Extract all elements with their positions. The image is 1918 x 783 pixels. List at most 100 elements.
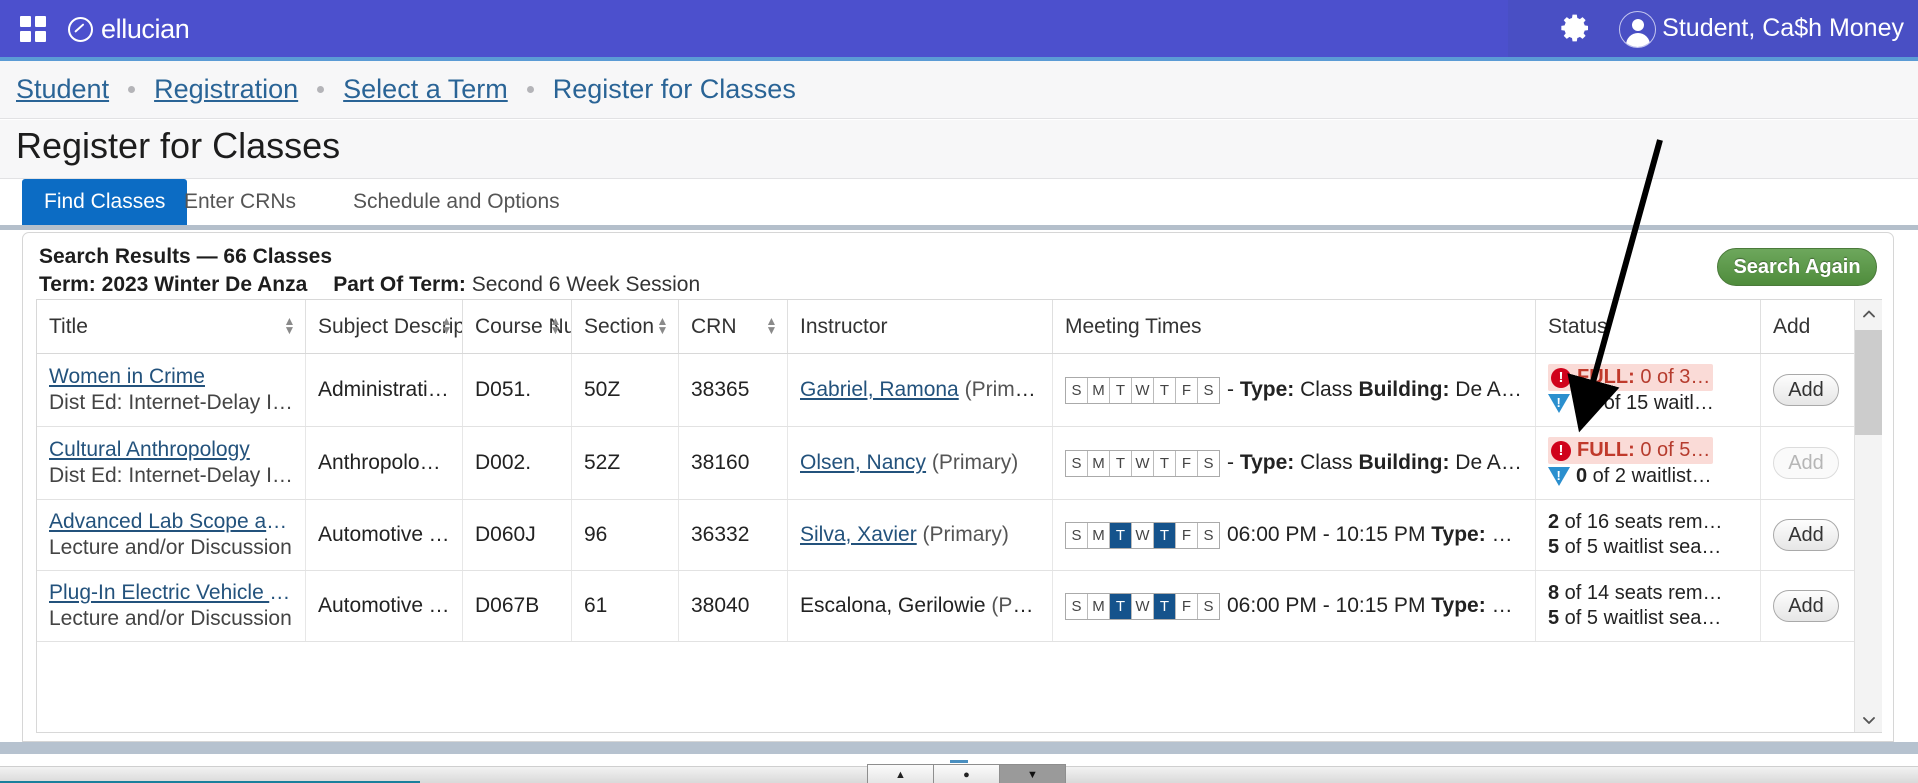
column-header-course-number[interactable]: Course Nu ▲ ▼ xyxy=(462,300,572,354)
add-course-button[interactable]: Add xyxy=(1773,374,1839,406)
tab-schedule-and-options[interactable]: Schedule and Options xyxy=(331,179,582,225)
cell-section: 96 xyxy=(571,499,679,571)
sort-icon[interactable]: ▲ ▼ xyxy=(283,315,296,337)
column-header-status[interactable]: Status xyxy=(1535,300,1761,354)
avatar-head-icon xyxy=(1631,19,1644,31)
column-header-meeting-times[interactable]: Meeting Times xyxy=(1052,300,1536,354)
meeting-days-selector[interactable]: SMTWTFS xyxy=(1065,449,1220,477)
meeting-day-1[interactable]: M xyxy=(1088,450,1110,476)
course-title-link[interactable]: Plug-In Electric Vehicle Techn… xyxy=(49,581,293,605)
add-course-button[interactable]: Add xyxy=(1773,590,1839,622)
chevron-up-icon[interactable] xyxy=(1855,300,1882,328)
cell-subject-description: Automotive T… xyxy=(305,499,463,571)
user-name-label[interactable]: Student, Ca$h Money xyxy=(1662,11,1904,46)
meeting-time-text: 06:00 PM - 10:15 PM Type: Class xyxy=(1227,593,1523,617)
gear-icon[interactable] xyxy=(1560,12,1592,44)
cell-course-number: D067B xyxy=(462,570,572,642)
breadcrumb-item-registration[interactable]: Registration xyxy=(154,74,298,105)
meeting-days-selector[interactable]: SMTWTFS xyxy=(1065,376,1220,404)
window-stepper-control[interactable]: ▲ ● ▼ xyxy=(867,764,1066,783)
meeting-day-4[interactable]: T xyxy=(1154,593,1176,619)
course-title-link[interactable]: Cultural Anthropology xyxy=(49,438,293,462)
course-title-link[interactable]: Advanced Lab Scope and Wa… xyxy=(49,510,293,534)
browser-page: ellucian Student, Ca$h Money Student Reg… xyxy=(0,0,1918,783)
avatar[interactable] xyxy=(1619,11,1656,48)
meeting-day-3[interactable]: W xyxy=(1132,593,1154,619)
meeting-day-6[interactable]: S xyxy=(1198,451,1219,476)
meeting-day-5[interactable]: F xyxy=(1176,593,1198,619)
cell-title: Cultural Anthropology Dist Ed: Internet-D… xyxy=(37,426,306,500)
meeting-day-4[interactable]: T xyxy=(1154,450,1176,476)
dot-icon[interactable]: ● xyxy=(933,764,1000,783)
meeting-day-5[interactable]: F xyxy=(1176,377,1198,403)
sort-icon[interactable]: ▲ ▼ xyxy=(656,315,669,337)
sort-icon[interactable]: ▲ ▼ xyxy=(549,315,562,337)
tab-enter-crns[interactable]: Enter CRNs xyxy=(162,179,318,225)
instructor-role: (Pri… xyxy=(985,594,1040,617)
column-header-title[interactable]: Title ▲ ▼ xyxy=(37,300,306,354)
meeting-day-2[interactable]: T xyxy=(1110,450,1132,476)
status-seats-text: 8 of 14 seats rem… xyxy=(1548,582,1723,604)
column-header-instructor[interactable]: Instructor xyxy=(787,300,1053,354)
instructor-role: (Primary) xyxy=(926,451,1019,474)
meeting-days-selector[interactable]: SMTWTFS xyxy=(1065,521,1220,549)
column-header-meeting-times-label: Meeting Times xyxy=(1065,314,1202,338)
tab-strip-underline xyxy=(0,225,1918,230)
meeting-days-selector[interactable]: SMTWTFS xyxy=(1065,592,1220,620)
triangle-up-icon[interactable]: ▲ xyxy=(867,764,934,783)
column-header-section[interactable]: Section ▲ ▼ xyxy=(571,300,679,354)
meeting-day-4[interactable]: T xyxy=(1154,377,1176,403)
meeting-day-1[interactable]: M xyxy=(1088,522,1110,548)
breadcrumb-item-register-for-classes: Register for Classes xyxy=(552,74,796,104)
meeting-day-3[interactable]: W xyxy=(1132,377,1154,403)
meeting-day-0[interactable]: S xyxy=(1066,450,1088,476)
column-header-crn-label: CRN xyxy=(691,314,737,338)
status-badge-full: ! FULL: 0 of 3… xyxy=(1548,364,1714,391)
meeting-day-2[interactable]: T xyxy=(1110,377,1132,403)
meeting-day-1[interactable]: M xyxy=(1088,377,1110,403)
meeting-day-4[interactable]: T xyxy=(1154,522,1176,548)
brand-name-label: ellucian xyxy=(101,13,190,44)
meeting-day-5[interactable]: F xyxy=(1176,450,1198,476)
instructor-link[interactable]: Silva, Xavier xyxy=(800,523,917,546)
meeting-day-1[interactable]: M xyxy=(1088,593,1110,619)
meeting-day-6[interactable]: S xyxy=(1198,523,1219,548)
table-vertical-scrollbar[interactable] xyxy=(1854,300,1882,732)
meeting-day-3[interactable]: W xyxy=(1132,522,1154,548)
cell-course-number-text: D051. xyxy=(475,378,532,401)
breadcrumb-separator xyxy=(317,86,325,93)
meeting-day-0[interactable]: S xyxy=(1066,377,1088,403)
cell-status: 8 of 14 seats rem… 5 of 5 waitlist sea… xyxy=(1535,570,1761,642)
column-header-subject-description[interactable]: Subject Descriptio ▲▼ xyxy=(305,300,463,354)
scrollbar-thumb[interactable] xyxy=(1855,330,1882,435)
add-course-button[interactable]: Add xyxy=(1773,519,1839,551)
sort-icon[interactable]: ▲ ▼ xyxy=(765,315,778,337)
column-header-crn[interactable]: CRN ▲ ▼ xyxy=(678,300,788,354)
cell-course-number: D051. xyxy=(462,353,572,427)
sort-icon[interactable]: ▲ ▼ xyxy=(440,315,453,337)
ellucian-logo[interactable]: ellucian xyxy=(68,11,190,47)
meeting-day-6[interactable]: S xyxy=(1198,594,1219,619)
triangle-down-icon[interactable]: ▼ xyxy=(999,764,1066,783)
chevron-down-icon[interactable] xyxy=(1855,706,1882,732)
meeting-day-6[interactable]: S xyxy=(1198,378,1219,403)
instructor-link[interactable]: Olsen, Nancy xyxy=(800,451,926,474)
cell-meeting-times: SMTWTFS- Type: Class Building: De Anza xyxy=(1052,426,1536,500)
breadcrumb-item-student[interactable]: Student xyxy=(16,74,109,105)
meeting-day-3[interactable]: W xyxy=(1132,450,1154,476)
cell-course-number: D002. xyxy=(462,426,572,500)
breadcrumb-item-select-a-term[interactable]: Select a Term xyxy=(343,74,508,105)
cell-subject-description-text: Anthropology… xyxy=(318,451,450,474)
meeting-day-2[interactable]: T xyxy=(1110,522,1132,548)
search-again-button[interactable]: Search Again xyxy=(1717,248,1877,286)
meeting-day-0[interactable]: S xyxy=(1066,593,1088,619)
course-title-link[interactable]: Women in Crime xyxy=(49,365,293,389)
error-icon: ! xyxy=(1551,440,1571,461)
app-grid-icon[interactable] xyxy=(20,16,46,42)
results-table-container: Title ▲▼ Subject Descriptio ▲▼ Course Nu… xyxy=(36,299,1882,733)
meeting-day-5[interactable]: F xyxy=(1176,522,1198,548)
results-table-header-row: Title ▲▼ Subject Descriptio ▲▼ Course Nu… xyxy=(37,300,1882,354)
meeting-day-2[interactable]: T xyxy=(1110,593,1132,619)
instructor-link[interactable]: Gabriel, Ramona xyxy=(800,378,959,401)
meeting-day-0[interactable]: S xyxy=(1066,522,1088,548)
